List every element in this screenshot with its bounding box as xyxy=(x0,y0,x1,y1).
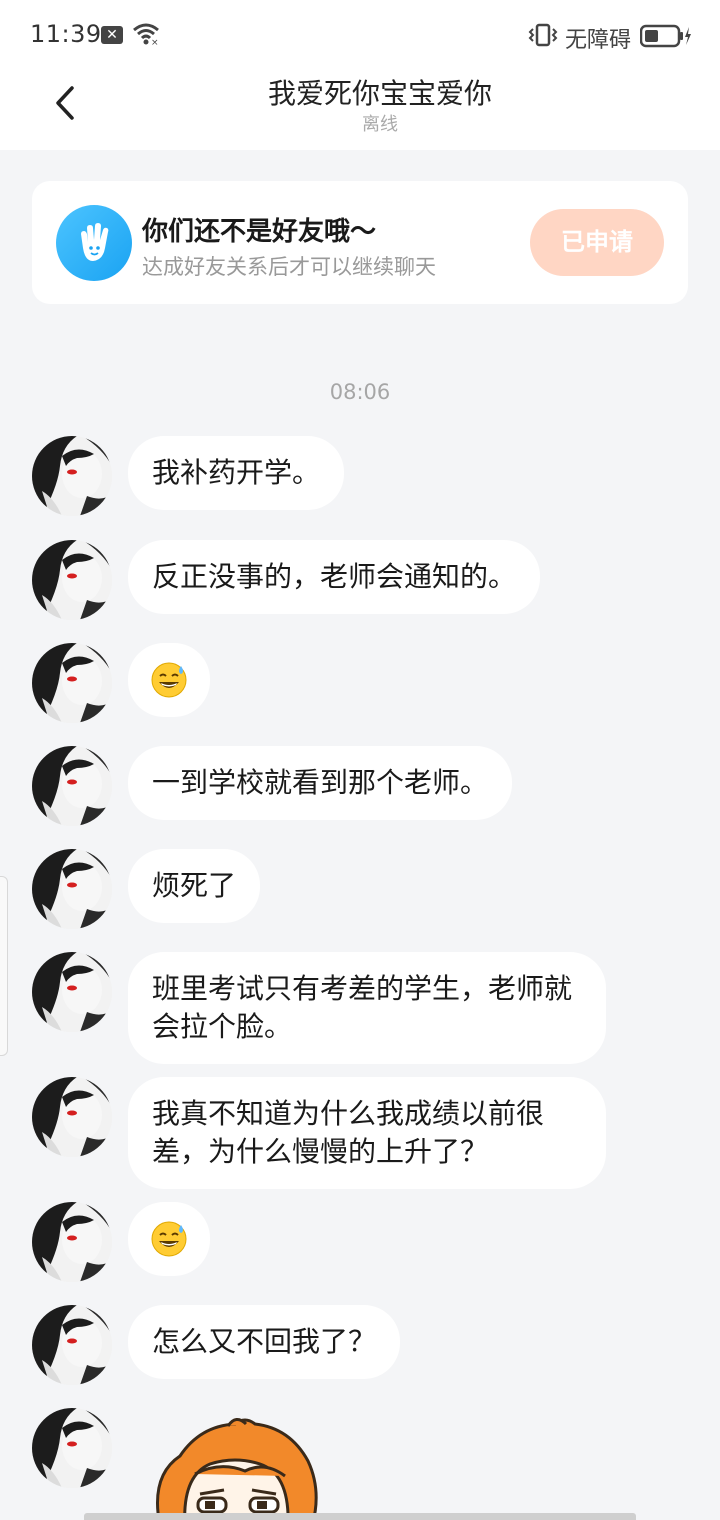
avatar[interactable] xyxy=(32,436,112,516)
status-time: 11:39 xyxy=(30,20,102,48)
bottom-panel-edge xyxy=(84,1513,636,1520)
accessibility-label: 无障碍 xyxy=(565,28,632,53)
message-bubble[interactable]: 烦死了 xyxy=(128,849,261,923)
avatar[interactable] xyxy=(32,1202,112,1282)
notification-x-icon: ✕ xyxy=(101,26,123,44)
side-edge-handle[interactable] xyxy=(0,876,8,1056)
message-bubble[interactable]: 我真不知道为什么我成绩以前很差，为什么慢慢的上升了？ xyxy=(128,1077,606,1189)
message-bubble[interactable] xyxy=(128,1202,210,1276)
wifi-icon: × xyxy=(132,22,160,50)
card-subtitle: 达成好友关系后才可以继续聊天 xyxy=(142,255,436,279)
avatar[interactable] xyxy=(32,643,112,723)
message-bubble[interactable] xyxy=(128,643,210,717)
svg-text:×: × xyxy=(151,38,159,46)
sweat-smile-emoji xyxy=(151,662,187,698)
card-title: 你们还不是好友哦～ xyxy=(142,217,377,247)
message-bubble[interactable]: 怎么又不回我了？ xyxy=(128,1305,401,1379)
avatar[interactable] xyxy=(32,1077,112,1157)
applied-button[interactable]: 已申请 xyxy=(530,209,664,276)
chat-header: 我爱死你宝宝爱你 离线 xyxy=(0,70,720,150)
friend-request-card: 你们还不是好友哦～ 达成好友关系后才可以继续聊天 已申请 xyxy=(32,181,688,304)
sweat-smile-emoji xyxy=(151,1221,187,1257)
avatar[interactable] xyxy=(32,540,112,620)
wave-hand-icon xyxy=(56,205,132,281)
battery-icon xyxy=(639,24,692,52)
message-bubble[interactable]: 班里考试只有考差的学生，老师就会拉个脸。 xyxy=(128,952,606,1064)
message-bubble[interactable]: 我补药开学。 xyxy=(128,436,345,510)
avatar[interactable] xyxy=(32,1305,112,1385)
chat-title: 我爱死你宝宝爱你 xyxy=(267,77,492,110)
status-bar: 11:39 ✕ × 无障碍 xyxy=(0,0,720,70)
avatar[interactable] xyxy=(32,952,112,1032)
message-bubble[interactable]: 一到学校就看到那个老师。 xyxy=(128,746,513,820)
message-timestamp: 08:06 xyxy=(329,380,391,404)
avatar[interactable] xyxy=(32,1408,112,1488)
avatar[interactable] xyxy=(32,746,112,826)
online-status: 离线 xyxy=(362,114,398,135)
orange-hair-character-sticker[interactable] xyxy=(150,1416,320,1520)
vibrate-icon xyxy=(527,22,559,52)
avatar[interactable] xyxy=(32,849,112,929)
message-bubble[interactable]: 反正没事的，老师会通知的。 xyxy=(128,540,541,614)
